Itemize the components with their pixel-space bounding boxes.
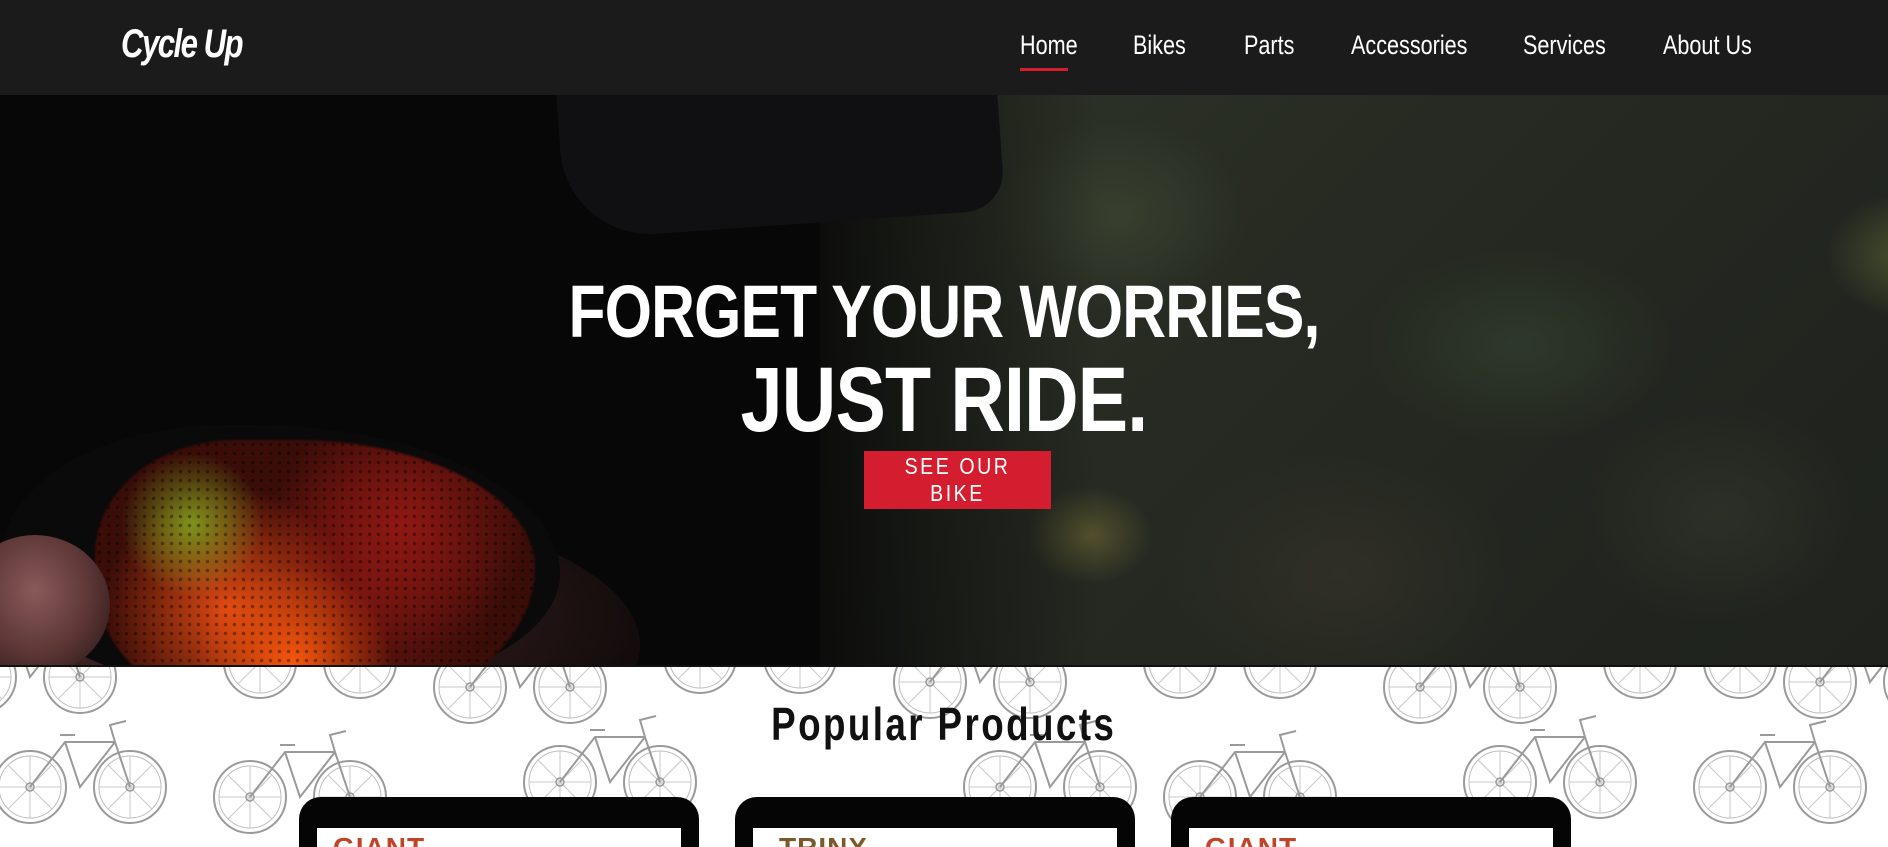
nav-accessories[interactable]: Accessories	[1351, 30, 1467, 61]
product-card[interactable]: TRINX	[735, 797, 1135, 847]
top-navbar: Cycle Up Home Bikes Parts Accessories Se…	[0, 0, 1888, 95]
hero-heading: FORGET YOUR WORRIES, JUST RIDE.	[0, 270, 1888, 446]
nav-parts[interactable]: Parts	[1244, 30, 1294, 61]
popular-products-title: Popular Products	[0, 697, 1888, 751]
product-card[interactable]: GIANT	[299, 797, 699, 847]
hero-title-line1: FORGET YOUR WORRIES,	[568, 270, 1320, 353]
nav-bikes[interactable]: Bikes	[1133, 30, 1186, 61]
brand-logo[interactable]: Cycle Up	[121, 22, 244, 67]
hero-banner: FORGET YOUR WORRIES, JUST RIDE. SEE OUR …	[0, 95, 1888, 665]
product-brand: GIANT	[1205, 832, 1297, 847]
see-our-bike-label: SEE OUR BIKE	[904, 453, 1011, 506]
nav-services[interactable]: Services	[1523, 30, 1606, 61]
product-card-body: GIANT	[1189, 828, 1553, 847]
product-card-body: GIANT	[317, 828, 681, 847]
nav-home[interactable]: Home	[1020, 30, 1078, 71]
product-card[interactable]: GIANT	[1171, 797, 1571, 847]
hero-title-line2: JUST RIDE.	[740, 349, 1149, 451]
product-brand: GIANT	[333, 832, 425, 847]
nav-about-us[interactable]: About Us	[1663, 30, 1752, 61]
see-our-bike-button[interactable]: SEE OUR BIKE	[864, 451, 1051, 509]
product-brand: TRINX	[779, 832, 868, 847]
main-nav: Home Bikes Parts Accessories Services Ab…	[1020, 30, 1752, 71]
popular-products-section: Popular Products GIANT TRINX GIANT	[0, 665, 1888, 847]
popular-products-title-text: Popular Products	[771, 698, 1117, 750]
product-card-body: TRINX	[753, 828, 1117, 847]
